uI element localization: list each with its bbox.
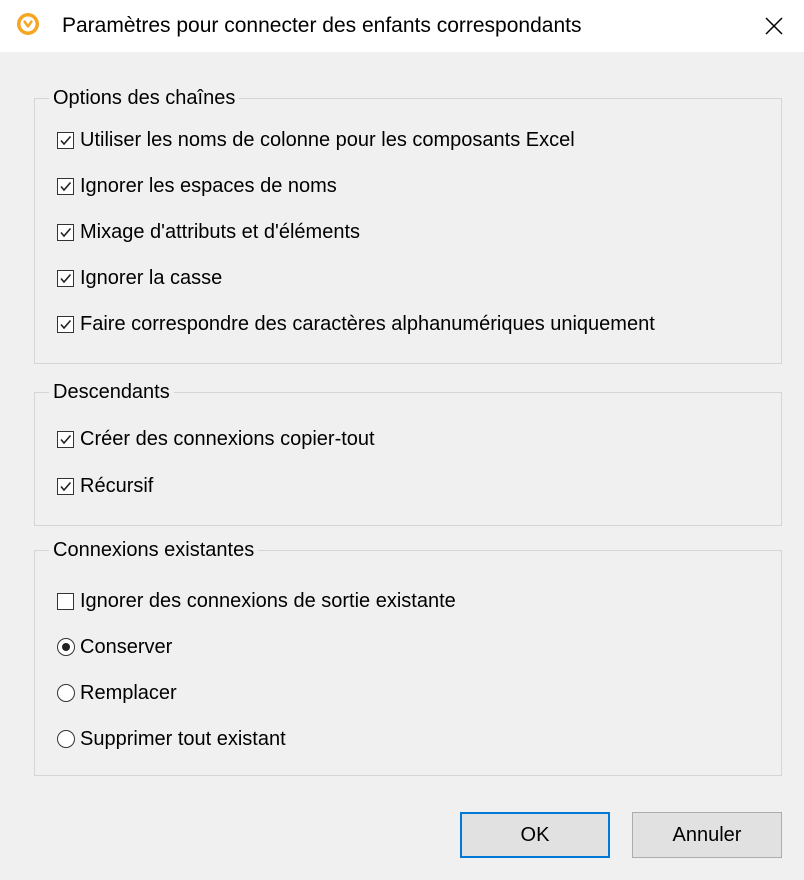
checkbox-label: Mixage d'attributs et d'éléments: [80, 220, 360, 243]
group-legend: Connexions existantes: [49, 535, 259, 565]
checkbox[interactable]: [57, 430, 74, 448]
ignore-case-option[interactable]: Ignorer la casse: [57, 263, 222, 293]
recursive-option[interactable]: Récursif: [57, 471, 153, 501]
cancel-button[interactable]: Annuler: [632, 812, 782, 858]
radio-button[interactable]: [57, 684, 75, 702]
checkbox-label: Faire correspondre des caractères alphan…: [80, 312, 655, 335]
group-legend: Options des chaînes: [49, 83, 240, 113]
keep-radio-option[interactable]: Conserver: [57, 632, 172, 662]
delete-all-existing-radio-option[interactable]: Supprimer tout existant: [57, 724, 286, 754]
dialog-title: Paramètres pour connecter des enfants co…: [62, 14, 582, 37]
close-button[interactable]: [744, 0, 804, 52]
checkbox[interactable]: [57, 315, 74, 333]
radio-label: Remplacer: [80, 681, 177, 704]
checkbox-label: Récursif: [80, 474, 154, 497]
checkbox-label: Créer des connexions copier-tout: [80, 427, 375, 450]
create-copy-all-option[interactable]: Créer des connexions copier-tout: [57, 424, 375, 454]
radio-button[interactable]: [57, 730, 75, 748]
close-icon: [765, 17, 783, 35]
checkbox-label: Ignorer la casse: [80, 266, 223, 289]
ignore-namespaces-option[interactable]: Ignorer les espaces de noms: [57, 171, 337, 201]
group-legend: Descendants: [49, 377, 174, 407]
title-bar: Paramètres pour connecter des enfants co…: [0, 0, 804, 52]
radio-button[interactable]: [57, 638, 75, 656]
alphanumeric-only-option[interactable]: Faire correspondre des caractères alphan…: [57, 309, 655, 339]
checkbox[interactable]: [57, 177, 74, 195]
checkbox[interactable]: [57, 592, 74, 610]
dialog: Paramètres pour connecter des enfants co…: [0, 0, 804, 880]
checkbox[interactable]: [57, 477, 74, 495]
radio-selected-dot: [61, 642, 70, 651]
checkbox[interactable]: [57, 223, 74, 241]
altova-app-icon: [17, 13, 39, 35]
checkbox-label: Ignorer des connexions de sortie existan…: [80, 589, 456, 612]
ok-button[interactable]: OK: [460, 812, 610, 858]
checkbox[interactable]: [57, 269, 74, 287]
existing-connections-group: Connexions existantes Ignorer des connex…: [34, 535, 782, 776]
checkbox-label: Ignorer les espaces de noms: [80, 174, 337, 197]
descendants-group: Descendants Créer des connexions copier-…: [34, 377, 782, 526]
checkbox-label: Utiliser les noms de colonne pour les co…: [80, 128, 575, 151]
ignore-existing-output-option[interactable]: Ignorer des connexions de sortie existan…: [57, 586, 456, 616]
replace-radio-option[interactable]: Remplacer: [57, 678, 177, 708]
use-column-names-option[interactable]: Utiliser les noms de colonne pour les co…: [57, 125, 575, 155]
checkbox[interactable]: [57, 131, 74, 149]
mix-attributes-elements-option[interactable]: Mixage d'attributs et d'éléments: [57, 217, 360, 247]
radio-label: Supprimer tout existant: [80, 727, 286, 750]
radio-label: Conserver: [80, 635, 173, 658]
string-options-group: Options des chaînes Utiliser les noms de…: [34, 83, 782, 364]
